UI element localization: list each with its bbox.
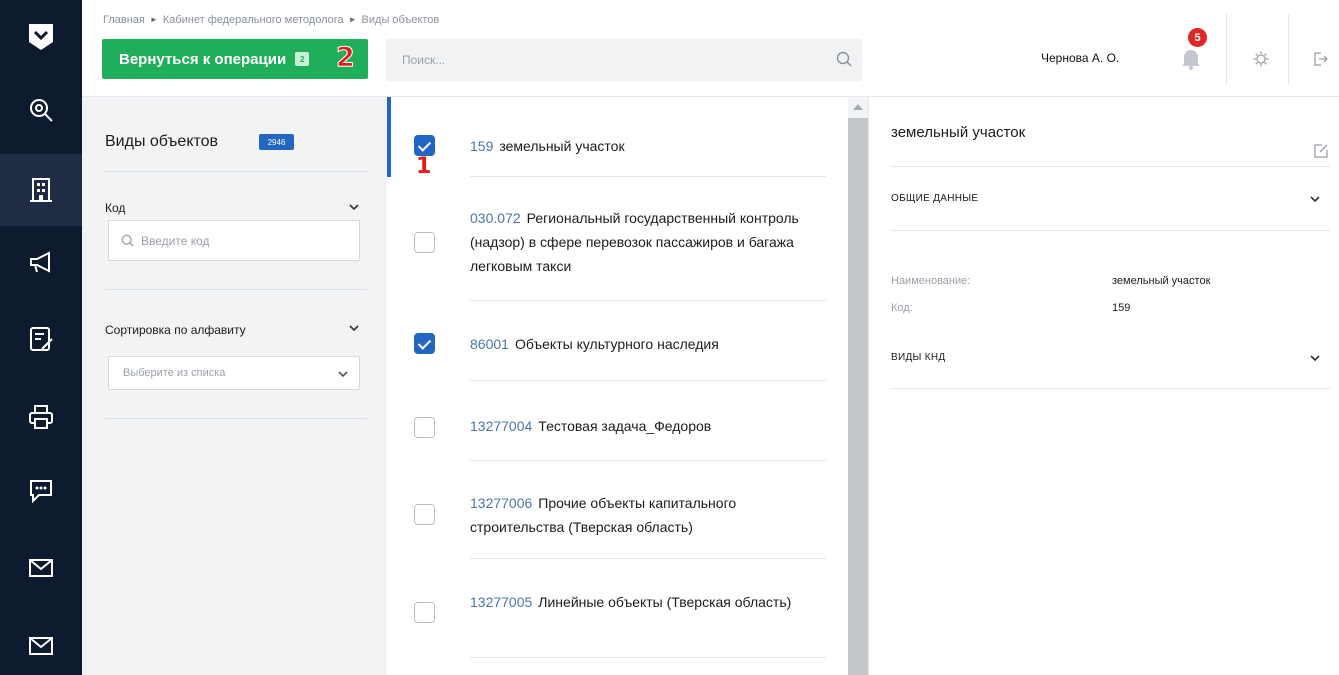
knd-section-header[interactable]: ВИДЫ КНД xyxy=(891,352,945,363)
row-divider xyxy=(470,657,826,658)
code-input[interactable] xyxy=(109,221,359,260)
edit-icon[interactable] xyxy=(1313,143,1329,164)
filter-panel: Виды объектов 2946 Код Сортировка по алф… xyxy=(82,97,387,675)
row-code[interactable]: 13277004 xyxy=(470,418,532,434)
breadcrumb-current: Виды объектов xyxy=(361,14,440,26)
detail-divider xyxy=(891,230,1330,231)
code-filter xyxy=(108,220,360,261)
row-checkbox[interactable] xyxy=(414,602,435,623)
logout-icon[interactable] xyxy=(1312,51,1328,72)
row-name: Линейные объекты (Тверская область) xyxy=(538,594,792,610)
row-name: Тестовая задача_Федоров xyxy=(538,418,712,434)
filter-divider xyxy=(105,289,367,290)
header-divider xyxy=(1288,14,1289,84)
chevron-down-icon xyxy=(338,371,348,378)
name-field-label: Наименование: xyxy=(891,275,971,287)
back-to-operation-label: Вернуться к операции xyxy=(119,50,287,68)
search-input[interactable] xyxy=(386,39,862,81)
total-count-badge: 2946 xyxy=(259,134,294,150)
row-divider xyxy=(470,460,826,461)
scroll-up-arrow-icon[interactable] xyxy=(853,104,863,110)
logo-icon[interactable] xyxy=(0,0,82,74)
search-nav-icon[interactable] xyxy=(0,74,82,146)
row-divider xyxy=(470,300,826,301)
bell-icon[interactable] xyxy=(1176,44,1206,74)
chevron-down-icon[interactable] xyxy=(349,324,359,332)
annotation-marker-2: 2 xyxy=(336,42,356,73)
breadcrumb-separator-icon: ► xyxy=(348,15,357,24)
sort-select[interactable]: Выберите из списка xyxy=(108,356,360,390)
notification-badge: 5 xyxy=(1188,28,1207,47)
back-to-operation-button[interactable]: Вернуться к операции 2 xyxy=(102,39,368,79)
code-field-value: 159 xyxy=(1112,302,1131,314)
row-name: земельный участок xyxy=(499,138,625,154)
row-checkbox[interactable] xyxy=(414,232,435,253)
chat-icon[interactable] xyxy=(0,455,82,527)
left-navigation xyxy=(0,0,82,675)
selected-row-indicator xyxy=(387,97,391,177)
scrollbar-thumb[interactable] xyxy=(848,118,868,675)
megaphone-icon[interactable] xyxy=(0,226,82,298)
row-divider xyxy=(470,380,826,381)
detail-divider xyxy=(891,166,1330,167)
filter-title: Виды объектов xyxy=(105,133,219,150)
chevron-down-icon[interactable] xyxy=(1310,354,1320,362)
user-name[interactable]: Чернова А. О. xyxy=(1041,51,1119,65)
general-section-header[interactable]: ОБЩИЕ ДАННЫЕ xyxy=(891,193,978,204)
row-code[interactable]: 159 xyxy=(470,138,493,154)
row-code[interactable]: 86001 xyxy=(470,336,509,352)
breadcrumb-home[interactable]: Главная xyxy=(103,14,145,26)
header-divider xyxy=(1226,14,1227,84)
building-icon[interactable] xyxy=(0,154,82,226)
row-code[interactable]: 13277006 xyxy=(470,495,532,511)
breadcrumb-separator-icon: ► xyxy=(149,15,158,24)
global-search xyxy=(386,39,862,81)
panel-divider xyxy=(868,97,869,675)
breadcrumb: Главная ► Кабинет федерального методолога ►… xyxy=(103,14,439,26)
row-checkbox[interactable] xyxy=(414,333,435,354)
filter-divider xyxy=(105,171,367,172)
operation-count-badge: 2 xyxy=(295,52,310,66)
detail-divider xyxy=(891,388,1330,389)
sort-filter-label[interactable]: Сортировка по алфавиту xyxy=(105,323,246,337)
row-divider xyxy=(470,176,826,177)
row-checkbox[interactable] xyxy=(414,504,435,525)
name-field-value: земельный участок xyxy=(1112,275,1211,287)
sort-select-value: Выберите из списка xyxy=(123,367,226,379)
row-checkbox[interactable] xyxy=(414,417,435,438)
row-name: Объекты культурного наследия xyxy=(514,336,719,352)
row-code[interactable]: 030.072 xyxy=(470,210,521,226)
row-checkbox[interactable] xyxy=(414,135,435,156)
mail-icon[interactable] xyxy=(0,610,82,675)
filter-divider xyxy=(105,418,367,419)
chevron-down-icon[interactable] xyxy=(1310,195,1320,203)
search-icon[interactable] xyxy=(836,51,852,72)
gear-icon[interactable] xyxy=(1253,51,1269,72)
row-code[interactable]: 13277005 xyxy=(470,594,532,610)
detail-title: земельный участок xyxy=(891,124,1026,141)
row-divider xyxy=(470,558,826,559)
mail-icon[interactable] xyxy=(0,532,82,604)
breadcrumb-cabinet[interactable]: Кабинет федерального методолога xyxy=(163,14,344,26)
chevron-down-icon[interactable] xyxy=(349,203,359,211)
code-field-label: Код: xyxy=(891,302,913,314)
checklist-icon[interactable] xyxy=(0,303,82,375)
annotation-marker-1: 1 xyxy=(416,154,432,179)
printer-icon[interactable] xyxy=(0,381,82,453)
code-filter-label[interactable]: Код xyxy=(105,201,125,215)
